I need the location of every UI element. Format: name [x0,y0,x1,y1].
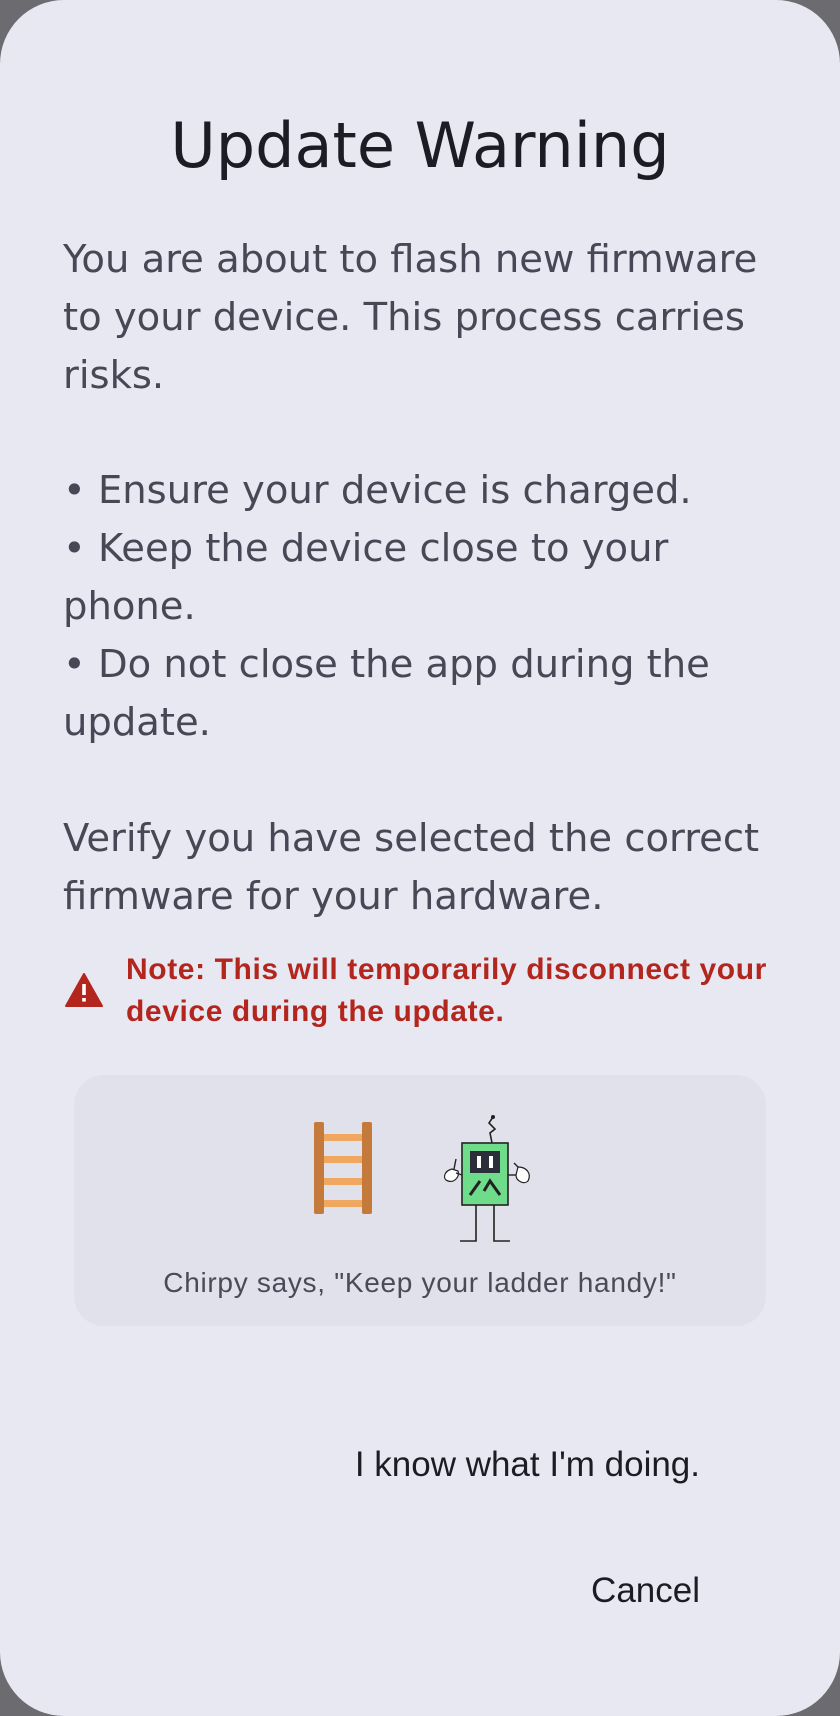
note-text: Note: This will temporarily disconnect y… [126,953,767,1028]
precautions-list: • Ensure your device is charged. • Keep … [63,462,783,752]
confirm-button[interactable]: I know what I'm doing. [355,1443,700,1487]
intro-paragraph: You are about to flash new firmware to y… [63,237,758,398]
verify-paragraph: Verify you have selected the correct fir… [63,816,760,919]
chirpy-robot-icon [443,1115,530,1242]
warning-triangle-icon [65,973,103,1007]
cancel-button[interactable]: Cancel [591,1569,700,1613]
disconnect-note: Note: This will temporarily disconnect y… [63,949,793,1039]
chirpy-card: Chirpy says, "Keep your ladder handy!" [74,1075,766,1326]
update-warning-dialog: Update Warning You are about to flash ne… [0,0,840,1716]
chirpy-caption: Chirpy says, "Keep your ladder handy!" [163,1267,677,1298]
bullet-item-charged: • Ensure your device is charged. [63,468,692,513]
ladder-icon [314,1122,372,1214]
dialog-title: Update Warning [170,109,670,182]
bullet-item-close-to-phone: • Keep the device close to your phone. [63,526,669,629]
bullet-item-keep-app-open: • Do not close the app during the update… [63,642,710,745]
